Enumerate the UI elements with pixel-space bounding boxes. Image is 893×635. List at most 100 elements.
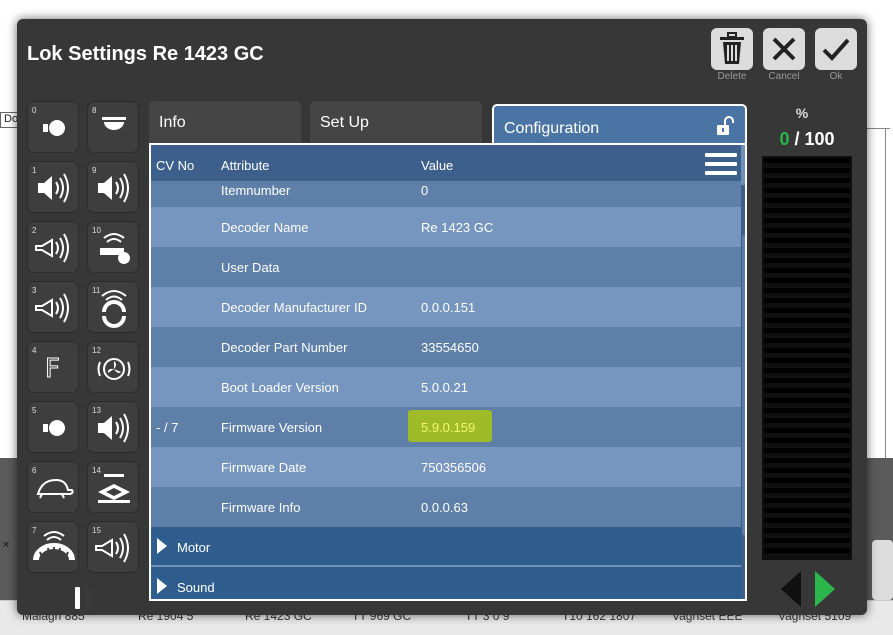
function-button-0[interactable]: 0	[27, 101, 79, 153]
speed-step	[764, 258, 850, 263]
expand-arrow-icon	[157, 578, 167, 594]
headlight-icon	[43, 420, 65, 436]
speed-step	[764, 498, 850, 503]
function-button-11[interactable]: 11	[87, 281, 139, 333]
table-row[interactable]: Firmware Date 750356506	[151, 447, 741, 487]
speed-step	[764, 398, 850, 403]
function-button-6[interactable]: 6	[27, 461, 79, 513]
function-button-14[interactable]: 14	[87, 461, 139, 513]
table-row[interactable]: Firmware Info 0.0.0.63	[151, 487, 741, 527]
value-cell: 5.0.0.21	[421, 380, 468, 395]
function-button-8[interactable]: 8	[87, 101, 139, 153]
value-cell: 0	[421, 183, 429, 198]
speed-step	[764, 478, 850, 483]
function-button-2[interactable]: 2	[27, 221, 79, 273]
speed-step	[764, 288, 850, 293]
speed-step	[764, 248, 850, 253]
value-cell: 0.0.0.63	[421, 500, 468, 515]
speed-readout: 0 / 100	[762, 129, 852, 150]
speed-step	[764, 388, 850, 393]
speed-step	[764, 378, 850, 383]
speed-step	[764, 418, 850, 423]
speed-bars	[764, 158, 850, 553]
function-button-7[interactable]: 7	[27, 521, 79, 573]
function-button-15[interactable]: 15	[87, 521, 139, 573]
speed-step	[764, 348, 850, 353]
ok-button[interactable]	[815, 28, 857, 70]
background-panel	[872, 540, 893, 600]
attribute-cell: Decoder Part Number	[221, 340, 348, 355]
table-row[interactable]: Decoder Name Re 1423 GC	[151, 207, 741, 247]
speed-step	[764, 458, 850, 463]
table-row[interactable]: User Data	[151, 247, 741, 287]
speed-step	[764, 328, 850, 333]
speed-separator: /	[789, 129, 805, 149]
speed-step	[764, 188, 850, 193]
delete-button[interactable]	[711, 28, 753, 70]
section-motor[interactable]: Motor	[151, 527, 741, 565]
tab-configuration[interactable]: Configuration	[492, 104, 747, 148]
speed-current: 0	[779, 129, 790, 149]
tab-setup-label: Set Up	[320, 114, 369, 131]
speed-step	[764, 448, 850, 453]
cancel-label: Cancel	[768, 71, 800, 82]
speed-step	[764, 208, 850, 213]
menu-icon[interactable]	[705, 153, 737, 179]
cancel-button[interactable]	[763, 28, 805, 70]
reverse-arrow-icon[interactable]	[779, 569, 803, 609]
attribute-cell: Boot Loader Version	[221, 380, 339, 395]
function-button-10[interactable]: 10	[87, 221, 139, 273]
function-button-1[interactable]: 1	[27, 161, 79, 213]
speed-step	[764, 358, 850, 363]
table-row[interactable]: Boot Loader Version 5.0.0.21	[151, 367, 741, 407]
function-button-9[interactable]: 9	[87, 161, 139, 213]
table-row[interactable]: Decoder Manufacturer ID 0.0.0.151	[151, 287, 741, 327]
unlock-icon[interactable]	[715, 115, 735, 137]
section-sound[interactable]: Sound	[151, 567, 741, 599]
cv-cell: - / 7	[156, 420, 179, 435]
column-header-cv[interactable]: CV No	[156, 158, 194, 173]
dialog-title: Lok Settings Re 1423 GC	[27, 43, 264, 65]
value-cell: Re 1423 GC	[421, 220, 494, 235]
fan-icon	[97, 358, 131, 380]
speed-step	[764, 438, 850, 443]
turtle-icon	[36, 478, 74, 499]
speed-step	[764, 268, 850, 273]
horn-icon	[35, 233, 69, 263]
forward-arrow-icon[interactable]	[813, 569, 837, 609]
function-button-12[interactable]: 12	[87, 341, 139, 393]
background-close-icon[interactable]: ✕	[0, 540, 12, 554]
trash-icon	[720, 32, 744, 64]
pause-icon[interactable]	[75, 587, 93, 609]
function-button-13[interactable]: 13	[87, 401, 139, 453]
lok-settings-dialog: Lok Settings Re 1423 GC Delete Cancel Ok…	[17, 19, 867, 615]
attribute-cell: Decoder Name	[221, 220, 309, 235]
speed-slider[interactable]	[762, 156, 852, 560]
scrollbar[interactable]	[741, 185, 745, 599]
speaker-icon	[38, 173, 69, 203]
attribute-cell: Firmware Date	[221, 460, 307, 475]
expand-arrow-icon	[157, 538, 167, 554]
value-cell: 33554650	[421, 340, 479, 355]
column-header-attribute[interactable]: Attribute	[221, 158, 269, 173]
table-header: CV No Attribute Value	[151, 145, 741, 185]
table-row-firmware-version[interactable]: - / 7 Firmware Version 5.9.0.159	[151, 407, 741, 447]
column-header-value[interactable]: Value	[421, 158, 453, 173]
speed-step	[764, 198, 850, 203]
function-button-4[interactable]: 4 F	[27, 341, 79, 393]
speed-step	[764, 508, 850, 513]
coupler-sound-icon	[101, 290, 127, 328]
speed-step	[764, 218, 850, 223]
function-button-5[interactable]: 5	[27, 401, 79, 453]
table-row[interactable]: Decoder Part Number 33554650	[151, 327, 741, 367]
scrollbar-thumb[interactable]	[742, 235, 745, 535]
tab-setup[interactable]: Set Up	[310, 101, 482, 143]
attribute-cell: Firmware Info	[221, 500, 301, 515]
function-button-3[interactable]: 3	[27, 281, 79, 333]
speed-step	[764, 368, 850, 373]
speaker-icon	[98, 173, 129, 203]
value-cell: 5.9.0.159	[421, 420, 476, 435]
table-row[interactable]: Itemnumber 0	[151, 181, 741, 207]
horn-icon	[95, 533, 129, 563]
tab-info[interactable]: Info	[149, 101, 301, 143]
